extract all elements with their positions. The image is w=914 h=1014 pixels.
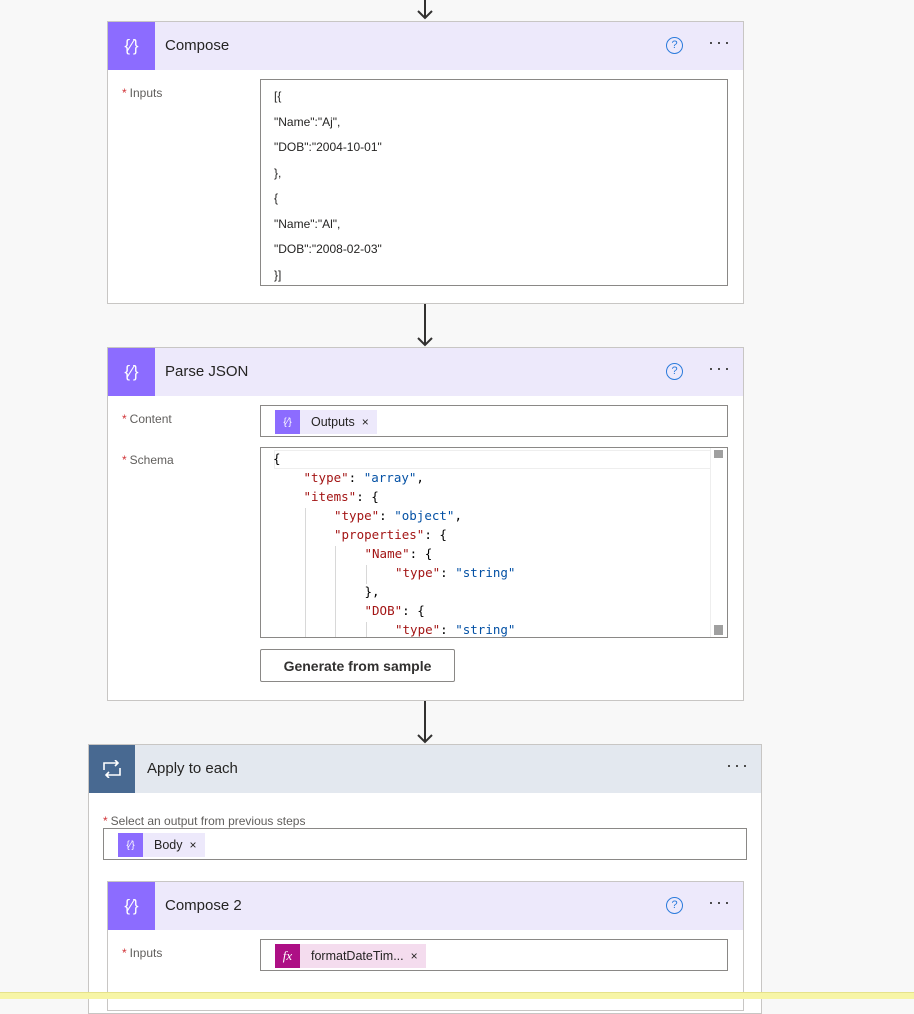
compose-action-icon: {∕} bbox=[108, 882, 155, 930]
inputs-line: "DOB":"2004-10-01" bbox=[274, 140, 382, 154]
remove-token-icon[interactable]: × bbox=[411, 949, 418, 963]
schema-code-line: "DOB": { bbox=[364, 603, 425, 618]
indent-guide bbox=[365, 565, 367, 584]
editor-scrollbar[interactable] bbox=[710, 448, 727, 637]
parse-json-card: {∕} Parse JSON ? ··· * Content {∕} Output… bbox=[107, 347, 744, 701]
schema-label: * Schema bbox=[122, 453, 174, 467]
indent-guide bbox=[304, 584, 306, 603]
apply-to-each-card: Apply to each ··· * Select an output from… bbox=[88, 744, 762, 1014]
select-output-label: * Select an output from previous steps bbox=[103, 814, 306, 828]
inputs-label: * Inputs bbox=[122, 86, 163, 100]
help-icon[interactable]: ? bbox=[666, 897, 683, 914]
compose-inputs-textarea[interactable]: [{ "Name":"Aj", "DOB":"2004-10-01"}, { "Name… bbox=[260, 79, 728, 286]
help-icon[interactable]: ? bbox=[666, 363, 683, 380]
more-options-icon[interactable]: ··· bbox=[708, 892, 732, 913]
apply-to-each-title: Apply to each bbox=[147, 760, 238, 777]
indent-guide bbox=[304, 622, 306, 637]
connector-arrow-icon bbox=[417, 701, 433, 744]
schema-code-editor[interactable]: { "type": "array", "items": { "type": "obje… bbox=[260, 447, 728, 638]
indent-guide bbox=[335, 584, 336, 603]
inputs-line: "DOB":"2008-02-03" bbox=[274, 242, 382, 256]
select-output-input[interactable]: {∕} Body × bbox=[103, 828, 747, 860]
compose-card: {∕} Compose ? ··· * Inputs [{ "Name":"Aj",… bbox=[107, 21, 744, 304]
inputs-line: { bbox=[274, 191, 279, 205]
token-label: Body bbox=[154, 838, 183, 852]
remove-token-icon[interactable]: × bbox=[190, 838, 197, 852]
compose-token-icon: {∕} bbox=[275, 410, 300, 434]
function-icon: fx bbox=[275, 944, 300, 968]
indent-guide bbox=[335, 546, 336, 565]
apply-to-each-header[interactable]: Apply to each ··· bbox=[89, 745, 761, 793]
schema-code-line: }, bbox=[364, 584, 380, 599]
compose-2-header[interactable]: {∕} Compose 2 ? ··· bbox=[108, 882, 743, 930]
compose-2-inputs[interactable]: fx formatDateTim... × bbox=[260, 939, 728, 971]
parse-json-token-icon: {∕} bbox=[118, 833, 143, 857]
indent-guide bbox=[335, 565, 336, 584]
schema-code-line: { bbox=[273, 451, 281, 466]
schema-code-line: "properties": { bbox=[334, 527, 447, 542]
loop-icon bbox=[89, 745, 135, 793]
compose-2-title: Compose 2 bbox=[165, 897, 242, 914]
expression-token[interactable]: fx formatDateTim... × bbox=[275, 944, 426, 968]
indent-guide bbox=[304, 546, 306, 565]
inputs-line: "Name":"Aj", bbox=[274, 114, 341, 129]
token-label: Outputs bbox=[311, 415, 355, 429]
schema-code-line: "items": { bbox=[303, 489, 379, 504]
more-options-icon[interactable]: ··· bbox=[726, 755, 750, 776]
connector-arrow-icon bbox=[417, 304, 433, 347]
more-options-icon[interactable]: ··· bbox=[708, 358, 732, 379]
parse-json-header[interactable]: {∕} Parse JSON ? ··· bbox=[108, 348, 743, 396]
content-input[interactable]: {∕} Outputs × bbox=[260, 405, 728, 437]
schema-code-line: "type": "object", bbox=[334, 508, 462, 523]
bottom-notification-bar bbox=[0, 992, 914, 999]
schema-code-line: "type": "string" bbox=[395, 622, 516, 637]
compose-action-icon: {∕} bbox=[108, 22, 155, 70]
parse-json-title: Parse JSON bbox=[165, 363, 249, 380]
indent-guide bbox=[335, 603, 336, 622]
content-label: * Content bbox=[122, 412, 172, 426]
inputs-label: * Inputs bbox=[122, 946, 163, 960]
connector-arrow-icon bbox=[417, 0, 433, 20]
help-icon[interactable]: ? bbox=[666, 37, 683, 54]
inputs-line: [{ bbox=[274, 89, 282, 103]
body-token[interactable]: {∕} Body × bbox=[118, 833, 205, 857]
current-line-highlight bbox=[274, 450, 711, 469]
indent-guide bbox=[304, 527, 306, 546]
token-label: formatDateTim... bbox=[311, 949, 404, 963]
parse-json-action-icon: {∕} bbox=[108, 348, 155, 396]
schema-code-line: "Name": { bbox=[364, 546, 433, 561]
outputs-token[interactable]: {∕} Outputs × bbox=[275, 410, 377, 434]
more-options-icon[interactable]: ··· bbox=[708, 32, 732, 53]
compose-header[interactable]: {∕} Compose ? ··· bbox=[108, 22, 743, 70]
indent-guide bbox=[304, 565, 306, 584]
schema-code-line: "type": "string" bbox=[395, 565, 516, 580]
indent-guide bbox=[335, 622, 336, 637]
remove-token-icon[interactable]: × bbox=[362, 415, 369, 429]
compose-title: Compose bbox=[165, 37, 230, 54]
inputs-line: "Name":"Al", bbox=[274, 216, 341, 231]
inputs-line: }, bbox=[274, 165, 282, 180]
indent-guide bbox=[304, 508, 306, 527]
schema-code-line: "type": "array", bbox=[303, 470, 424, 485]
indent-guide bbox=[365, 622, 367, 637]
indent-guide bbox=[304, 603, 306, 622]
generate-from-sample-button[interactable]: Generate from sample bbox=[260, 649, 455, 682]
inputs-line: }] bbox=[274, 267, 282, 282]
